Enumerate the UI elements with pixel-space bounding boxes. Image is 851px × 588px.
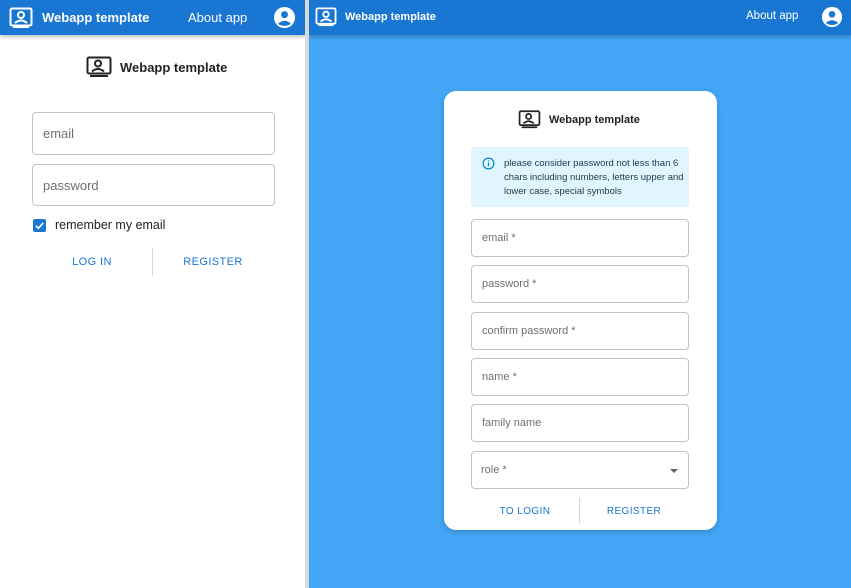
logo-icon [518, 110, 541, 129]
password-input[interactable] [472, 266, 688, 302]
role-label: role * [481, 464, 507, 476]
remember-email-label[interactable]: remember my email [55, 218, 165, 232]
app-title[interactable]: Webapp template [345, 11, 436, 23]
logo-icon [315, 7, 337, 27]
confirm-password-input[interactable] [472, 313, 688, 349]
about-app-link[interactable]: About app [188, 10, 247, 25]
to-login-button[interactable]: TO LOGIN [471, 506, 579, 517]
role-select[interactable]: role * [471, 451, 689, 489]
brand-title: Webapp template [549, 113, 640, 126]
register-pane: Webapp template About app Webapp templat… [309, 0, 851, 588]
brand-header: Webapp template [518, 110, 640, 129]
logo-icon [86, 56, 112, 77]
app-title[interactable]: Webapp template [42, 10, 149, 25]
checkbox-checked-icon[interactable] [33, 218, 46, 232]
email-input[interactable] [33, 113, 274, 154]
arrow-drop-down-icon[interactable] [670, 469, 678, 473]
password-input[interactable] [33, 165, 274, 205]
register-actions: TO LOGIN REGISTER [471, 498, 689, 524]
name-field[interactable] [471, 358, 689, 396]
confirm-password-field[interactable] [471, 312, 689, 350]
info-outline-icon [482, 157, 495, 170]
account-circle-icon[interactable] [273, 6, 296, 29]
login-pane: Webapp template About app Webapp templat… [0, 0, 305, 588]
register-card: Webapp template please consider password… [444, 91, 717, 530]
account-circle-icon[interactable] [821, 6, 843, 28]
email-field[interactable] [471, 219, 689, 257]
password-field[interactable] [471, 265, 689, 303]
brand-title: Webapp template [120, 59, 228, 75]
app-bar: Webapp template About app [0, 0, 305, 35]
login-actions: LOG IN REGISTER [32, 248, 275, 276]
logo-icon [9, 7, 33, 28]
brand-header: Webapp template [86, 56, 227, 78]
family-name-input[interactable] [472, 405, 688, 441]
email-field[interactable] [32, 112, 275, 155]
family-name-field[interactable] [471, 404, 689, 442]
email-input[interactable] [472, 220, 688, 256]
about-app-link[interactable]: About app [746, 10, 798, 22]
register-button[interactable]: REGISTER [153, 256, 273, 268]
password-hint-text: please consider password not less than 6… [504, 158, 684, 197]
name-input[interactable] [472, 359, 688, 395]
login-button[interactable]: LOG IN [32, 256, 152, 268]
app-bar: Webapp template About app [309, 0, 851, 35]
password-field[interactable] [32, 164, 275, 206]
register-button[interactable]: REGISTER [580, 506, 688, 517]
remember-email-checkbox[interactable]: remember my email [33, 218, 165, 232]
password-hint-alert: please consider password not less than 6… [471, 147, 689, 207]
